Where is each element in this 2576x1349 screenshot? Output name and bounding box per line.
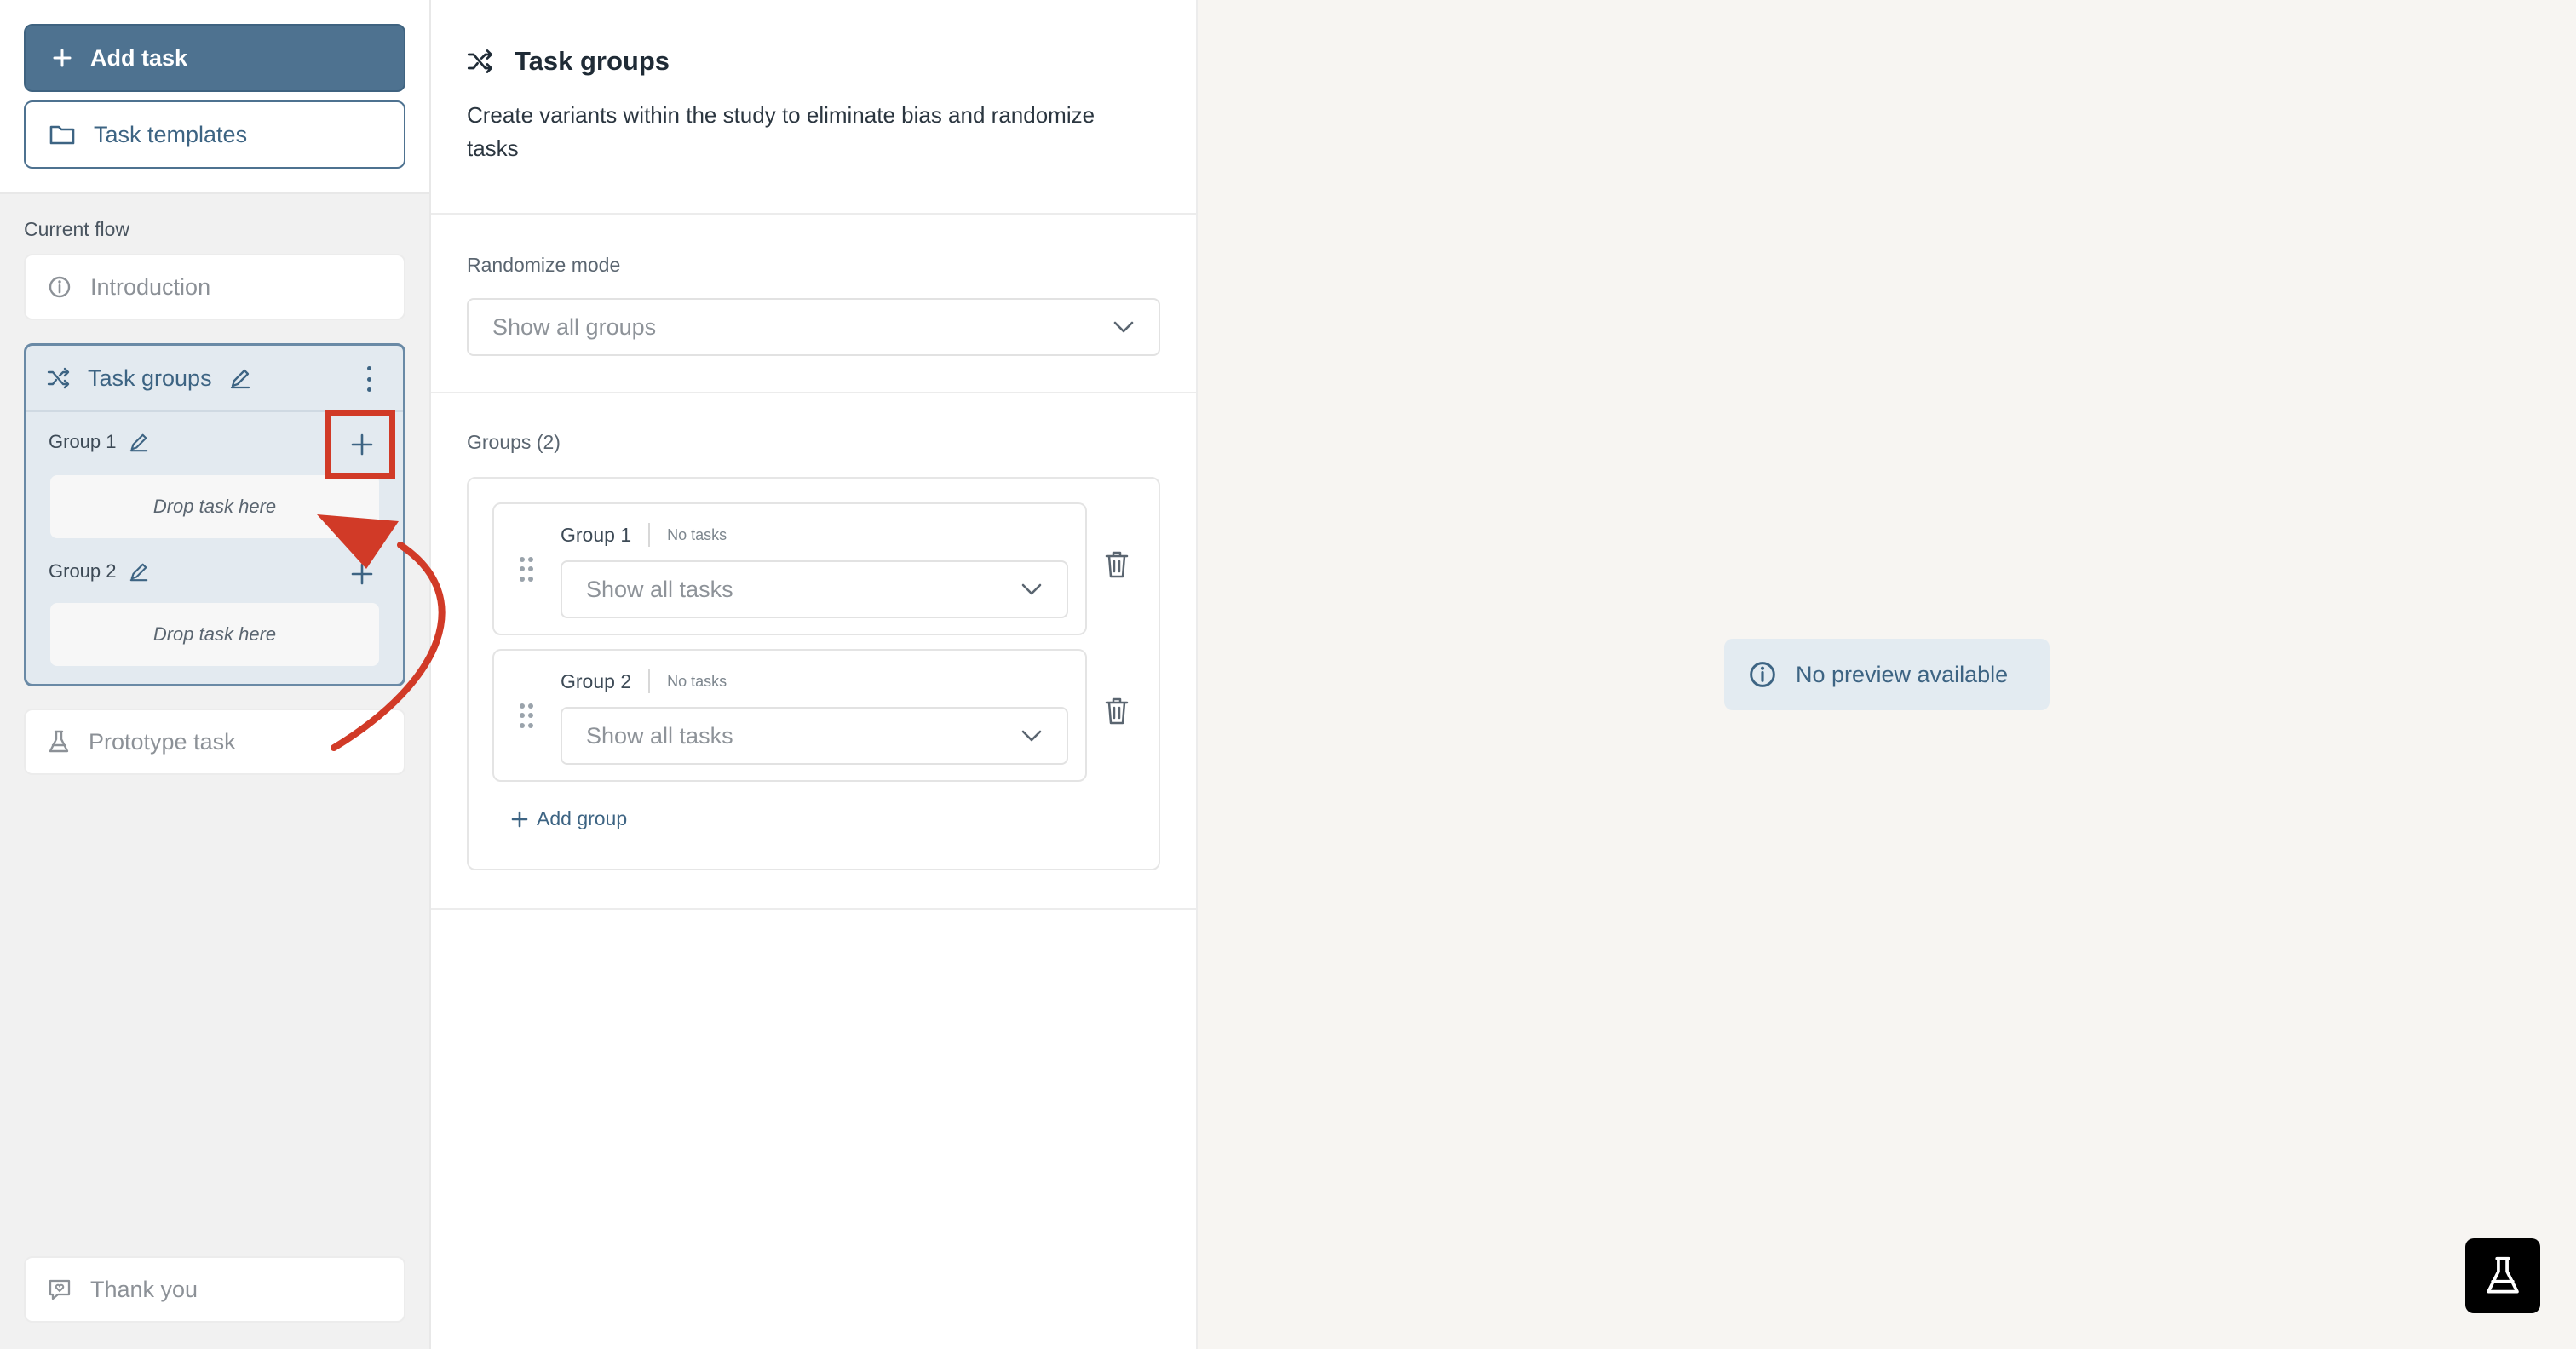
no-preview-message: No preview available <box>1796 661 2009 687</box>
message-heart-icon <box>49 1279 71 1300</box>
edit-icon[interactable] <box>129 561 149 582</box>
add-task-label: Add task <box>90 44 188 71</box>
flask-icon <box>49 730 69 753</box>
separator <box>648 523 651 547</box>
flow-item-thank-you[interactable]: Thank you <box>24 1256 405 1323</box>
drag-handle-icon[interactable] <box>520 557 533 583</box>
shuffle-icon <box>467 49 492 73</box>
info-icon <box>1750 662 1775 687</box>
task-groups-settings-panel: Task groups Create variants within the s… <box>431 0 1198 1349</box>
edit-icon[interactable] <box>229 367 251 389</box>
trash-icon[interactable] <box>1104 550 1130 579</box>
task-mode-value: Show all tasks <box>586 576 733 602</box>
drop-zone-label: Drop task here <box>152 623 277 645</box>
divider <box>431 213 1196 215</box>
introduction-label: Introduction <box>90 273 211 300</box>
randomize-mode-label: Randomize mode <box>467 254 621 276</box>
chevron-down-icon <box>1021 730 1042 742</box>
plus-icon <box>511 811 528 827</box>
flow-item-introduction[interactable]: Introduction <box>24 254 405 320</box>
thank-you-label: Thank you <box>90 1276 198 1302</box>
drop-zone-group-2[interactable]: Drop task here <box>50 603 379 666</box>
task-templates-label: Task templates <box>94 121 248 147</box>
chevron-down-icon <box>1113 321 1134 333</box>
randomize-mode-select[interactable]: Show all groups <box>467 298 1160 356</box>
sidebar: Add task Task templates Current flow Int… <box>0 0 431 1349</box>
groups-list: Group 1 No tasks Show all tasks Group 2 … <box>467 477 1160 870</box>
panel-header: Task groups <box>467 46 670 77</box>
sidebar-actions: Add task Task templates <box>0 0 429 194</box>
plus-icon <box>53 49 72 67</box>
group-name: Group 2 <box>49 560 117 582</box>
current-flow-label: Current flow <box>24 218 129 240</box>
group-title: Group 2 No tasks <box>561 669 727 693</box>
group-task-count: No tasks <box>667 672 727 690</box>
lab-button[interactable] <box>2465 1238 2540 1313</box>
group-card-2: Group 2 No tasks Show all tasks <box>492 649 1087 782</box>
plus-icon <box>351 563 373 585</box>
plus-icon <box>351 433 373 456</box>
group-title: Group 1 No tasks <box>561 523 727 547</box>
separator <box>648 669 651 693</box>
sidebar-group-1: Group 1 <box>49 431 149 453</box>
divider <box>431 392 1196 393</box>
divider <box>431 908 1196 910</box>
add-task-to-group-1-button[interactable] <box>345 428 379 462</box>
task-groups-title: Task groups <box>88 365 212 391</box>
page-title: Task groups <box>515 46 670 76</box>
flow-item-task-groups[interactable]: Task groups Group 1 Drop task here Group… <box>24 343 405 686</box>
add-group-label: Add group <box>537 807 628 829</box>
groups-count-label: Groups (2) <box>467 431 561 453</box>
group-2-task-mode-select[interactable]: Show all tasks <box>561 707 1068 765</box>
group-task-count: No tasks <box>667 525 727 543</box>
drag-handle-icon[interactable] <box>520 703 533 729</box>
sidebar-group-2: Group 2 <box>49 560 149 583</box>
chevron-down-icon <box>1021 583 1042 595</box>
group-name: Group 2 <box>561 669 632 692</box>
add-task-button[interactable]: Add task <box>24 24 405 92</box>
task-templates-button[interactable]: Task templates <box>24 100 405 169</box>
group-name: Group 1 <box>561 523 632 546</box>
page-description: Create variants within the study to elim… <box>467 102 1095 161</box>
no-preview-badge: No preview available <box>1724 639 2050 710</box>
group-name: Group 1 <box>49 431 117 452</box>
flow-item-prototype-task[interactable]: Prototype task <box>24 709 405 775</box>
shuffle-icon <box>47 367 70 389</box>
group-card-1: Group 1 No tasks Show all tasks <box>492 502 1087 635</box>
add-group-button[interactable]: Add group <box>511 807 627 830</box>
group-1-task-mode-select[interactable]: Show all tasks <box>561 560 1068 618</box>
more-options-icon[interactable] <box>359 366 379 392</box>
drop-zone-group-1[interactable]: Drop task here <box>50 475 379 538</box>
randomize-mode-value: Show all groups <box>492 313 657 340</box>
folder-icon <box>49 125 75 145</box>
flask-icon <box>2487 1256 2519 1294</box>
task-mode-value: Show all tasks <box>586 722 733 749</box>
edit-icon[interactable] <box>129 432 149 452</box>
info-icon <box>49 276 71 298</box>
prototype-task-label: Prototype task <box>89 728 236 755</box>
trash-icon[interactable] <box>1104 697 1130 726</box>
task-groups-header: Task groups <box>26 346 403 412</box>
drop-zone-label: Drop task here <box>152 496 277 517</box>
add-task-to-group-2-button[interactable] <box>345 557 379 591</box>
